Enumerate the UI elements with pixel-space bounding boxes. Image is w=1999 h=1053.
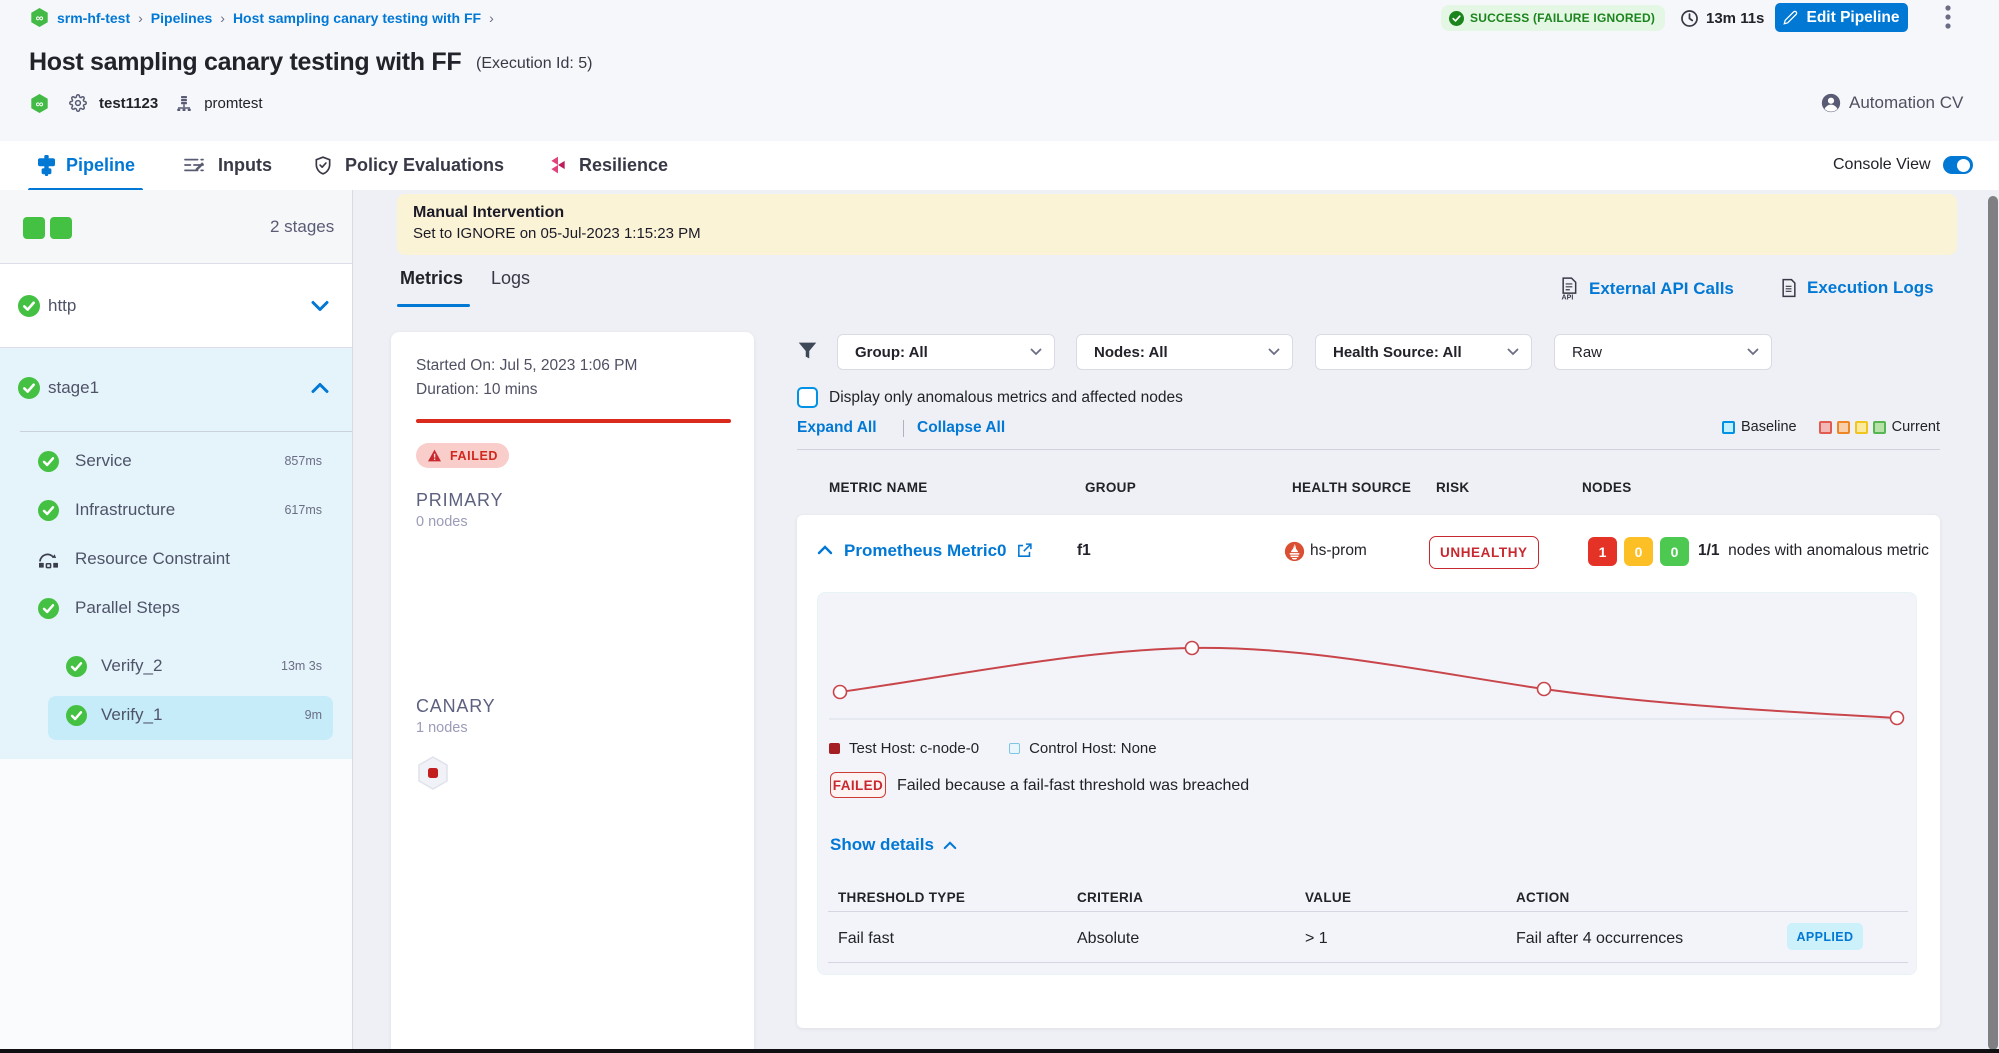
svg-text:∞: ∞ [36,98,44,110]
svg-text:∞: ∞ [36,13,44,25]
svg-text:API: API [1562,293,1574,300]
